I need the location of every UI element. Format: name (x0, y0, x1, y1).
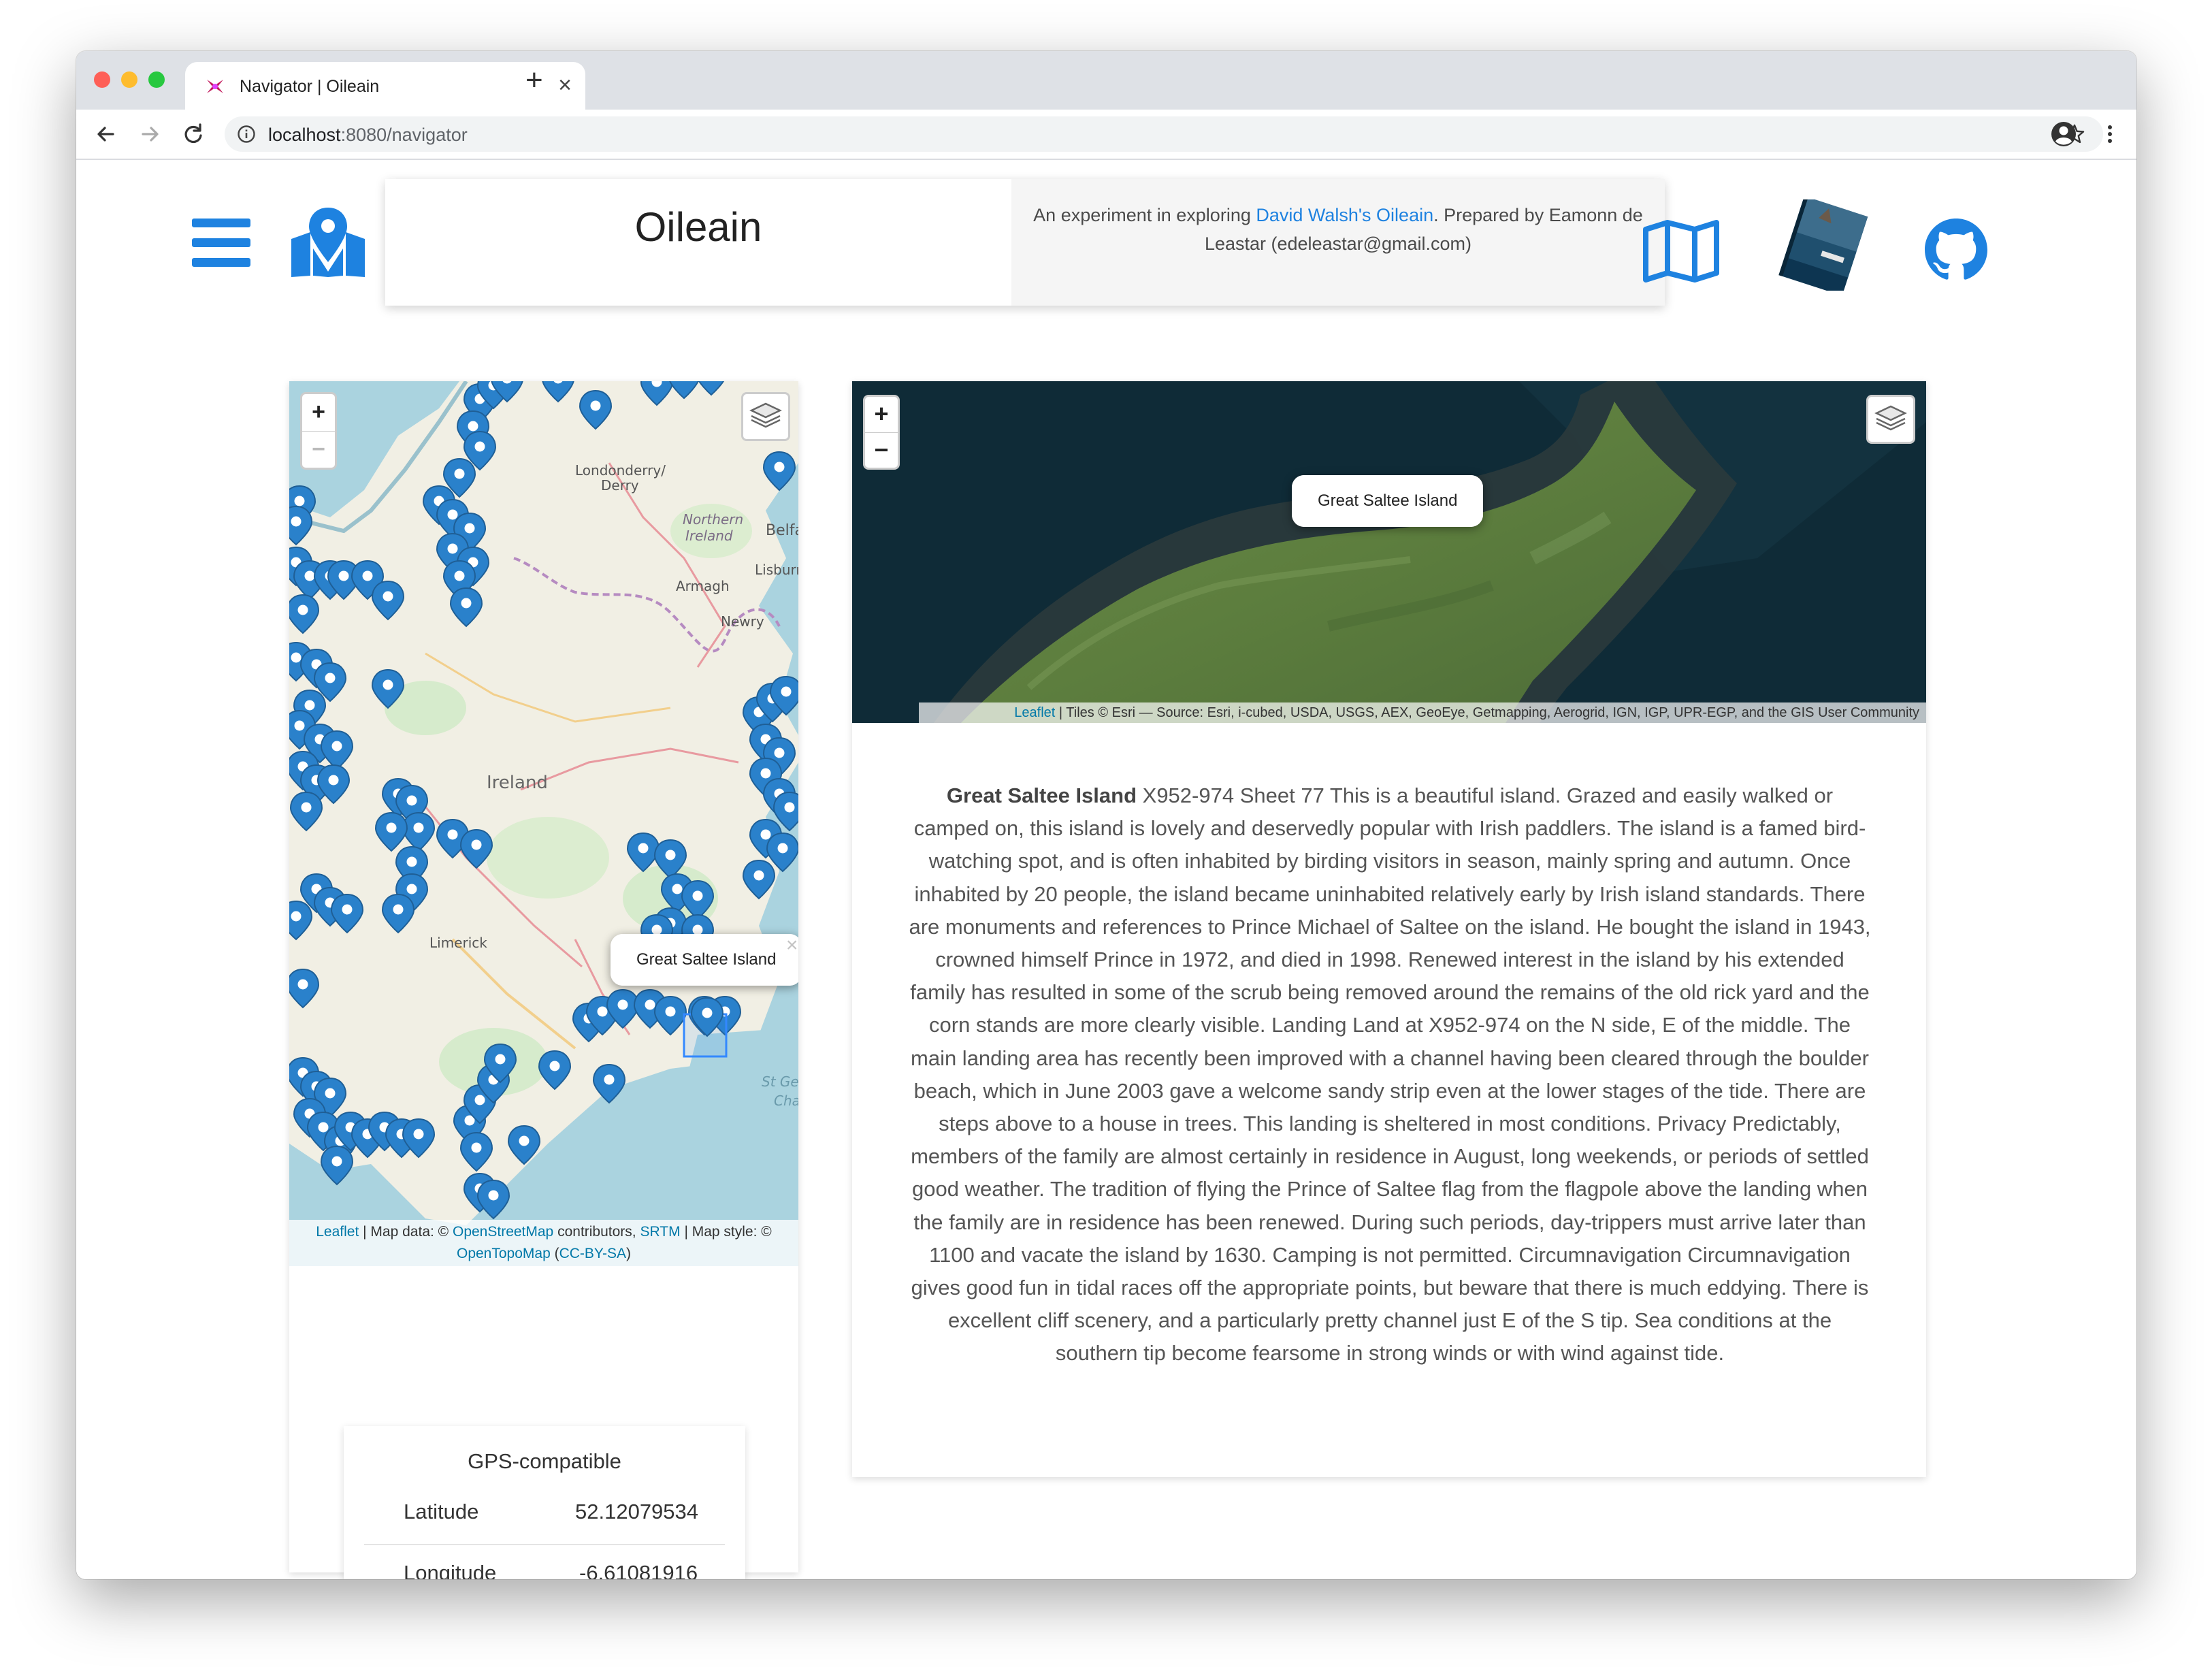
overview-zoom-out-button[interactable]: − (302, 432, 335, 468)
hamburger-menu-icon[interactable] (192, 217, 250, 269)
overview-zoom-control: + − (300, 392, 337, 470)
intro-area: An experiment in exploring David Walsh's… (1011, 179, 1665, 306)
tab-title: Navigator | Oileain (240, 77, 380, 96)
gps-title: GPS-compatible (468, 1449, 621, 1473)
back-icon[interactable] (91, 119, 121, 149)
overview-map-tiles[interactable]: Londonderry/ Derry Northern Ireland Belf… (289, 381, 798, 1266)
detail-zoom-control: + − (863, 395, 900, 470)
url-text: localhost:8080/navigator (268, 125, 468, 145)
cc-by-sa-link[interactable]: CC-BY-SA (559, 1246, 626, 1261)
detail-zoom-out-button[interactable]: − (865, 433, 898, 468)
profile-avatar-icon[interactable] (2049, 119, 2079, 149)
github-icon[interactable] (1923, 217, 1989, 282)
new-tab-button[interactable]: + (525, 63, 543, 97)
leaflet-link[interactable]: Leaflet (316, 1224, 359, 1240)
page-content: Oileain An experiment in exploring David… (76, 160, 2136, 1579)
srtm-link[interactable]: SRTM (640, 1224, 680, 1240)
label-belfast: Belfa (766, 522, 798, 539)
label-armagh: Armagh (676, 578, 730, 594)
longitude-row: Longitude -6.61081916 (364, 1546, 725, 1579)
overview-map[interactable]: Londonderry/ Derry Northern Ireland Belf… (289, 381, 798, 1266)
reload-icon[interactable] (178, 119, 208, 149)
island-description-text: X952-974 Sheet 77 This is a beautiful is… (909, 784, 1871, 1366)
label-ni: Ireland (685, 528, 733, 544)
map-marker-icon[interactable] (290, 208, 366, 277)
attribution-text-4: ( (550, 1246, 559, 1261)
intro-text: An experiment in exploring David Walsh's… (1032, 201, 1644, 258)
latitude-label: Latitude (404, 1500, 479, 1523)
label-newry: Newry (721, 613, 764, 630)
label-londonderry: Londonderry/ (575, 462, 666, 479)
osm-link[interactable]: OpenStreetMap (453, 1224, 553, 1240)
browser-window: Navigator | Oileain × + localhost:8080/n… (76, 51, 2136, 1579)
overview-card: Londonderry/ Derry Northern Ireland Belf… (289, 381, 798, 1579)
overview-popup-text: Great Saltee Island (611, 934, 798, 986)
tab-strip: Navigator | Oileain × + (76, 51, 2136, 110)
detail-popup-text: Great Saltee Island (1292, 475, 1484, 527)
popup-close-icon[interactable]: × (786, 934, 798, 957)
map-icon[interactable] (1643, 220, 1719, 282)
more-menu-icon[interactable] (2095, 119, 2125, 149)
attribution-text-1: | Map data: © (359, 1224, 453, 1240)
page-title: Oileain (634, 204, 762, 250)
attribution-text-3: | Map style: © (680, 1224, 772, 1240)
label-ireland: Ireland (487, 773, 548, 793)
label-st-george-2: Cha (774, 1093, 798, 1109)
detail-leaflet-link[interactable]: Leaflet (1014, 705, 1055, 720)
overview-layers-control[interactable] (741, 392, 790, 441)
title-area: Oileain (385, 179, 1011, 306)
tab-close-icon[interactable]: × (558, 71, 572, 99)
forward-icon[interactable] (135, 119, 165, 149)
longitude-label: Longitude (404, 1561, 497, 1579)
gps-divider (364, 1544, 725, 1545)
latitude-row: Latitude 52.12079534 (364, 1485, 725, 1539)
detail-card: + − Great Saltee Island Leaflet | Tiles … (852, 381, 1926, 1477)
label-northern: Northern (683, 511, 743, 528)
island-name: Great Saltee Island (946, 784, 1137, 807)
detail-zoom-in-button[interactable]: + (865, 397, 898, 433)
detail-attribution-text: | Tiles © Esri — Source: Esri, i-cubed, … (1055, 705, 1919, 720)
address-bar[interactable]: localhost:8080/navigator (225, 116, 2103, 152)
label-st-george-1: St Ge (762, 1073, 798, 1090)
label-derry: Derry (601, 477, 639, 494)
detail-marker-popup: Great Saltee Island (1292, 475, 1484, 545)
detail-map[interactable]: + − Great Saltee Island Leaflet | Tiles … (852, 381, 1926, 723)
longitude-value: -6.61081916 (579, 1561, 698, 1579)
detail-layers-control[interactable] (1866, 395, 1915, 444)
browser-toolbar: localhost:8080/navigator (76, 110, 2136, 160)
intro-prefix: An experiment in exploring (1033, 205, 1256, 225)
overview-zoom-in-button[interactable]: + (302, 394, 335, 432)
layers-icon (1874, 405, 1907, 431)
attribution-text-2: contributors, (553, 1224, 640, 1240)
info-icon[interactable] (237, 125, 256, 144)
oileain-link[interactable]: David Walsh's Oileain (1256, 205, 1433, 225)
opentopomap-link[interactable]: OpenTopoMap (457, 1246, 551, 1261)
detail-attribution: Leaflet | Tiles © Esri — Source: Esri, i… (919, 702, 1926, 723)
title-panel: Oileain An experiment in exploring David… (385, 179, 1665, 306)
label-limerick: Limerick (429, 935, 487, 951)
close-window-button[interactable] (94, 71, 110, 88)
label-lisburn: Lisburn (755, 562, 798, 578)
gps-card: GPS-compatible Latitude 52.12079534 Long… (344, 1426, 745, 1579)
maximize-window-button[interactable] (148, 71, 165, 88)
satellite-tiles[interactable] (852, 381, 1926, 723)
island-description: Great Saltee Island X952-974 Sheet 77 Th… (907, 779, 1873, 1370)
favicon-icon (207, 80, 223, 93)
layers-icon (749, 402, 782, 428)
attribution-text-5: ) (626, 1246, 631, 1261)
latitude-value: 52.12079534 (575, 1500, 699, 1523)
minimize-window-button[interactable] (121, 71, 137, 88)
overview-attribution: Leaflet | Map data: © OpenStreetMap cont… (289, 1220, 798, 1266)
book-cover-icon[interactable] (1770, 199, 1872, 291)
overview-marker-popup: Great Saltee Island × (611, 934, 798, 1003)
